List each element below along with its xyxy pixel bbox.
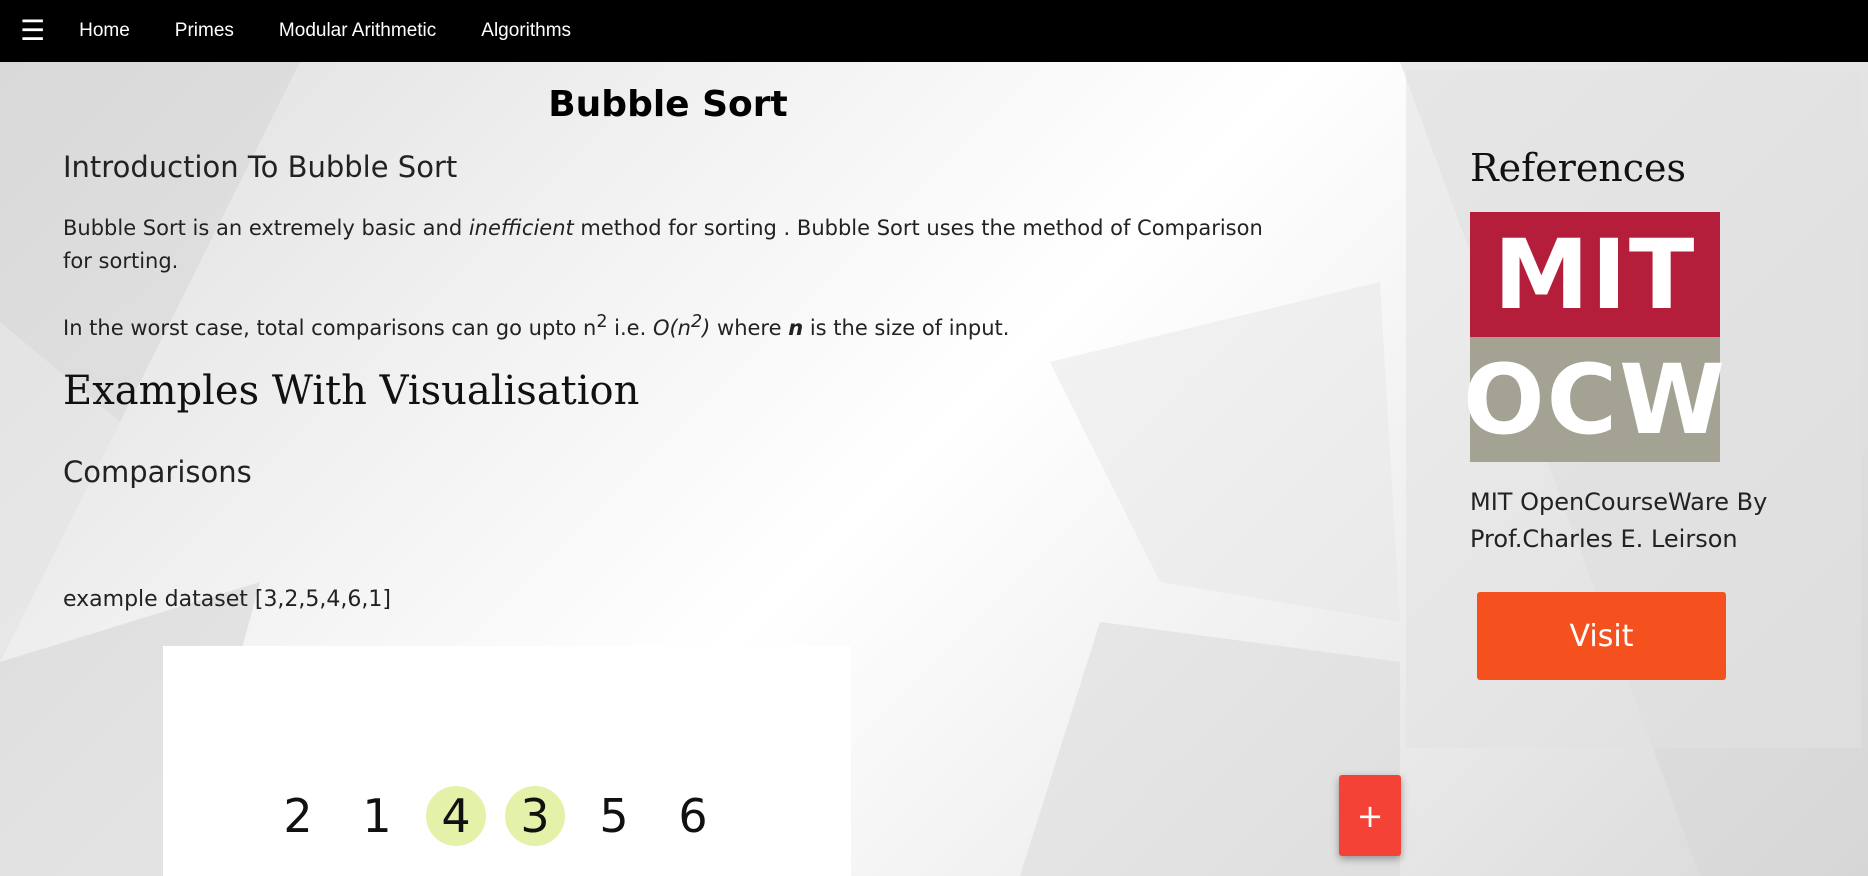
- number-item: 5: [599, 789, 629, 843]
- nav-link-algorithms[interactable]: Algorithms: [481, 20, 571, 42]
- main-content: Bubble Sort Introduction To Bubble Sort …: [0, 62, 1400, 876]
- complexity-text-4: is the size of input.: [803, 316, 1010, 340]
- examples-heading: Examples With Visualisation: [63, 368, 640, 414]
- mit-ocw-logo: MIT OCW: [1463, 212, 1725, 462]
- hamburger-menu-icon[interactable]: ☰: [20, 17, 45, 45]
- sort-visualization: 2 1 4 3 5 6: [163, 646, 851, 876]
- number-item: 6: [678, 789, 708, 843]
- big-o-base: O(n: [652, 316, 691, 340]
- reference-description: MIT OpenCourseWare By Prof.Charles E. Le…: [1470, 488, 1768, 553]
- references-heading: References: [1470, 146, 1687, 190]
- big-o-superscript: 2: [691, 312, 703, 332]
- squared-superscript: 2: [596, 312, 608, 332]
- nav-link-primes[interactable]: Primes: [175, 20, 234, 42]
- intro-heading: Introduction To Bubble Sort: [63, 150, 458, 184]
- intro-paragraph: Bubble Sort is an extremely basic and in…: [63, 212, 1293, 278]
- logo-mit-text: MIT: [1493, 218, 1697, 331]
- comparisons-heading: Comparisons: [63, 455, 252, 489]
- complexity-text-3: where: [710, 316, 789, 340]
- big-o-notation: O(n2): [652, 312, 710, 340]
- logo-top-panel: MIT: [1470, 212, 1720, 337]
- n-variable: n: [788, 316, 804, 340]
- nav-link-modular-arithmetic[interactable]: Modular Arithmetic: [279, 20, 436, 42]
- page-title: Bubble Sort: [548, 84, 788, 125]
- intro-text-start: Bubble Sort is an extremely basic and: [63, 216, 469, 240]
- complexity-text-2: i.e.: [607, 316, 653, 340]
- logo-ocw-text: OCW: [1463, 343, 1727, 456]
- top-navbar: ☰ Home Primes Modular Arithmetic Algorit…: [0, 0, 1868, 62]
- add-fab-button[interactable]: +: [1339, 775, 1401, 856]
- dataset-label: example dataset [3,2,5,4,6,1]: [63, 587, 391, 612]
- nav-link-home[interactable]: Home: [79, 20, 130, 42]
- complexity-paragraph: In the worst case, total comparisons can…: [63, 306, 1293, 345]
- number-item-compared: 4: [426, 786, 486, 846]
- visit-button[interactable]: Visit: [1477, 592, 1726, 680]
- complexity-text-1: In the worst case, total comparisons can…: [63, 316, 597, 340]
- number-row: 2 1 4 3 5 6: [268, 786, 742, 846]
- number-item: 2: [283, 789, 313, 843]
- number-item: 1: [362, 789, 392, 843]
- number-item-compared: 3: [505, 786, 565, 846]
- logo-bottom-panel: OCW: [1463, 337, 1725, 462]
- inefficient-emphasis: inefficient: [468, 216, 574, 240]
- references-sidebar: References MIT OCW MIT OpenCourseWare By…: [1406, 70, 1861, 748]
